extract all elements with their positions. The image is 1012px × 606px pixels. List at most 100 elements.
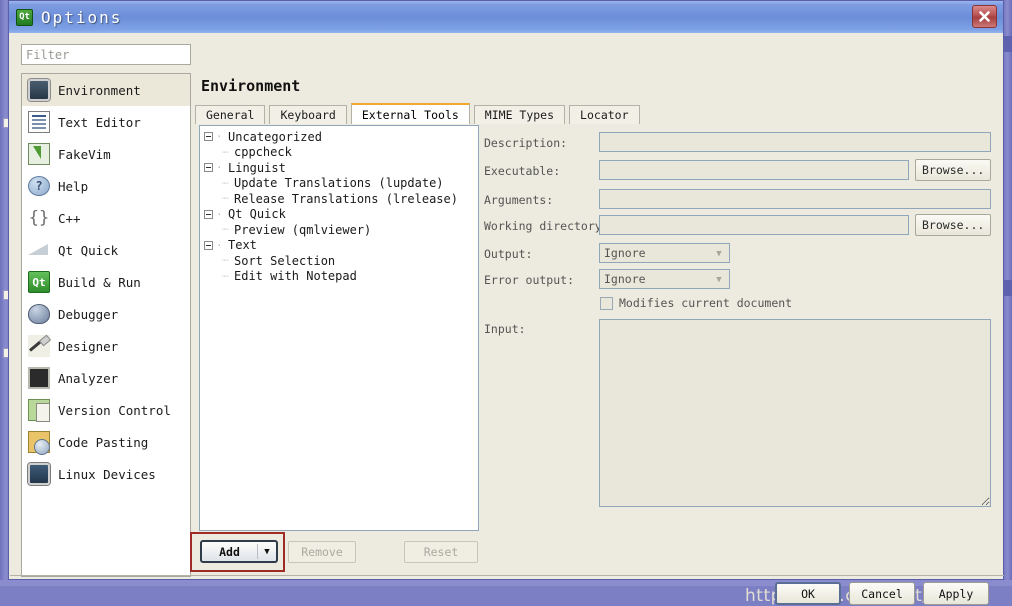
sidebar-item-label: Debugger (58, 307, 118, 322)
tree-branch-line: · (216, 130, 228, 143)
error-output-select[interactable]: Ignore ▼ (599, 269, 730, 289)
sidebar-item-label: Code Pasting (58, 435, 148, 450)
chevron-down-icon[interactable]: ▼ (258, 547, 276, 557)
tree-branch-line: · (216, 161, 228, 174)
output-select-value: Ignore (604, 246, 646, 260)
collapse-icon[interactable] (204, 132, 213, 141)
add-button[interactable]: Add ▼ (200, 540, 278, 563)
tree-node-label: Qt Quick (228, 207, 286, 221)
tree-branch-line: ┈ (222, 254, 234, 267)
designer-icon (28, 335, 50, 357)
analyzer-icon (28, 367, 50, 389)
cpp-icon: {} (28, 207, 50, 229)
close-icon[interactable] (972, 5, 997, 28)
tab-general[interactable]: General (195, 105, 265, 124)
arguments-label: Arguments: (484, 193, 553, 207)
tab-locator[interactable]: Locator (569, 105, 639, 124)
sidebar-item-qt-quick[interactable]: Qt Quick (22, 234, 190, 266)
tree-node-group[interactable]: · Text (204, 238, 478, 254)
sidebar-item-label: Linux Devices (58, 467, 156, 482)
executable-field[interactable] (599, 160, 909, 180)
tree-node-item[interactable]: ┈ Release Translations (lrelease) (204, 191, 478, 207)
qt-quick-icon (28, 239, 50, 261)
browse-working-directory-button[interactable]: Browse... (915, 214, 991, 236)
modifies-document-checkbox[interactable]: Modifies current document (600, 296, 792, 310)
sidebar-item-environment[interactable]: Environment (22, 74, 190, 106)
collapse-icon[interactable] (204, 241, 213, 250)
search-input[interactable] (21, 44, 191, 65)
dialog-titlebar[interactable]: Qt Options (9, 1, 1003, 33)
sidebar-item-label: C++ (58, 211, 81, 226)
dialog-button-row: OK Cancel Apply (775, 582, 989, 605)
tree-branch-line: · (216, 208, 228, 221)
output-label: Output: (484, 247, 532, 261)
tree-node-group[interactable]: · Qt Quick (204, 207, 478, 223)
working-directory-field[interactable] (599, 215, 909, 235)
collapse-icon[interactable] (204, 210, 213, 219)
chevron-down-icon: ▼ (711, 246, 727, 261)
input-textarea[interactable] (599, 319, 991, 507)
tree-branch-line: ┈ (222, 192, 234, 205)
tree-node-item[interactable]: ┈ Preview (qmlviewer) (204, 222, 478, 238)
tab-bar: General Keyboard External Tools MIME Typ… (195, 104, 995, 124)
apply-button[interactable]: Apply (923, 582, 989, 605)
sidebar-item-version-control[interactable]: Version Control (22, 394, 190, 426)
add-button-label: Add (202, 545, 257, 559)
sidebar-item-label: Environment (58, 83, 141, 98)
ok-button[interactable]: OK (775, 582, 841, 605)
debugger-icon (28, 304, 50, 324)
divider (10, 575, 1004, 576)
sidebar-item-linux-devices[interactable]: Linux Devices (22, 458, 190, 490)
tree-node-item[interactable]: ┈ Update Translations (lupdate) (204, 176, 478, 192)
tab-mime-types[interactable]: MIME Types (474, 105, 565, 124)
tree-node-group[interactable]: · Uncategorized (204, 129, 478, 145)
description-field[interactable] (599, 132, 991, 152)
tree-branch-line: ┈ (222, 146, 234, 159)
external-tools-tree[interactable]: · Uncategorized ┈ cppcheck · Linguist ┈ … (199, 125, 479, 531)
tree-node-group[interactable]: · Linguist (204, 160, 478, 176)
reset-button[interactable]: Reset (404, 541, 478, 563)
sidebar-item-designer[interactable]: Designer (22, 330, 190, 362)
text-editor-icon (28, 111, 50, 133)
sidebar-item-label: Version Control (58, 403, 171, 418)
sidebar-item-label: Help (58, 179, 88, 194)
collapse-icon[interactable] (204, 163, 213, 172)
sidebar-item-fakevim[interactable]: FakeVim (22, 138, 190, 170)
sidebar-item-text-editor[interactable]: Text Editor (22, 106, 190, 138)
sidebar-item-label: Text Editor (58, 115, 141, 130)
cancel-button[interactable]: Cancel (849, 582, 915, 605)
executable-label: Executable: (484, 164, 560, 178)
sidebar-item-debugger[interactable]: Debugger (22, 298, 190, 330)
checkbox-box[interactable] (600, 297, 613, 310)
tree-node-label: Uncategorized (228, 130, 322, 144)
chevron-down-icon: ▼ (711, 272, 727, 287)
sidebar-item-code-pasting[interactable]: Code Pasting (22, 426, 190, 458)
linux-devices-icon (28, 463, 50, 485)
code-pasting-icon (28, 431, 50, 453)
dialog-title: Options (41, 8, 122, 27)
tree-node-item[interactable]: ┈ Sort Selection (204, 253, 478, 269)
tab-keyboard[interactable]: Keyboard (269, 105, 346, 124)
tree-branch-line: ┈ (222, 223, 234, 236)
tree-node-label: Text (228, 238, 257, 252)
background-window-right-edge (1003, 0, 1012, 586)
tree-node-label: Sort Selection (234, 254, 335, 268)
tree-branch-line: · (216, 239, 228, 252)
sidebar-item-help[interactable]: ? Help (22, 170, 190, 202)
tree-node-item[interactable]: ┈ Edit with Notepad (204, 269, 478, 285)
options-category-list[interactable]: Environment Text Editor FakeVim ? Help {… (21, 73, 191, 577)
tree-node-label: Update Translations (lupdate) (234, 176, 444, 190)
tree-node-item[interactable]: ┈ cppcheck (204, 145, 478, 161)
output-select[interactable]: Ignore ▼ (599, 243, 730, 263)
sidebar-item-cpp[interactable]: {} C++ (22, 202, 190, 234)
sidebar-item-build-run[interactable]: Qt Build & Run (22, 266, 190, 298)
tab-external-tools[interactable]: External Tools (351, 103, 470, 124)
remove-button[interactable]: Remove (288, 541, 356, 563)
browse-executable-button[interactable]: Browse... (915, 159, 991, 181)
tree-node-label: Preview (qmlviewer) (234, 223, 371, 237)
arguments-field[interactable] (599, 189, 991, 209)
sidebar-item-analyzer[interactable]: Analyzer (22, 362, 190, 394)
bg-marker (1003, 36, 1012, 52)
checkbox-label: Modifies current document (619, 296, 792, 310)
sidebar-item-label: Build & Run (58, 275, 141, 290)
